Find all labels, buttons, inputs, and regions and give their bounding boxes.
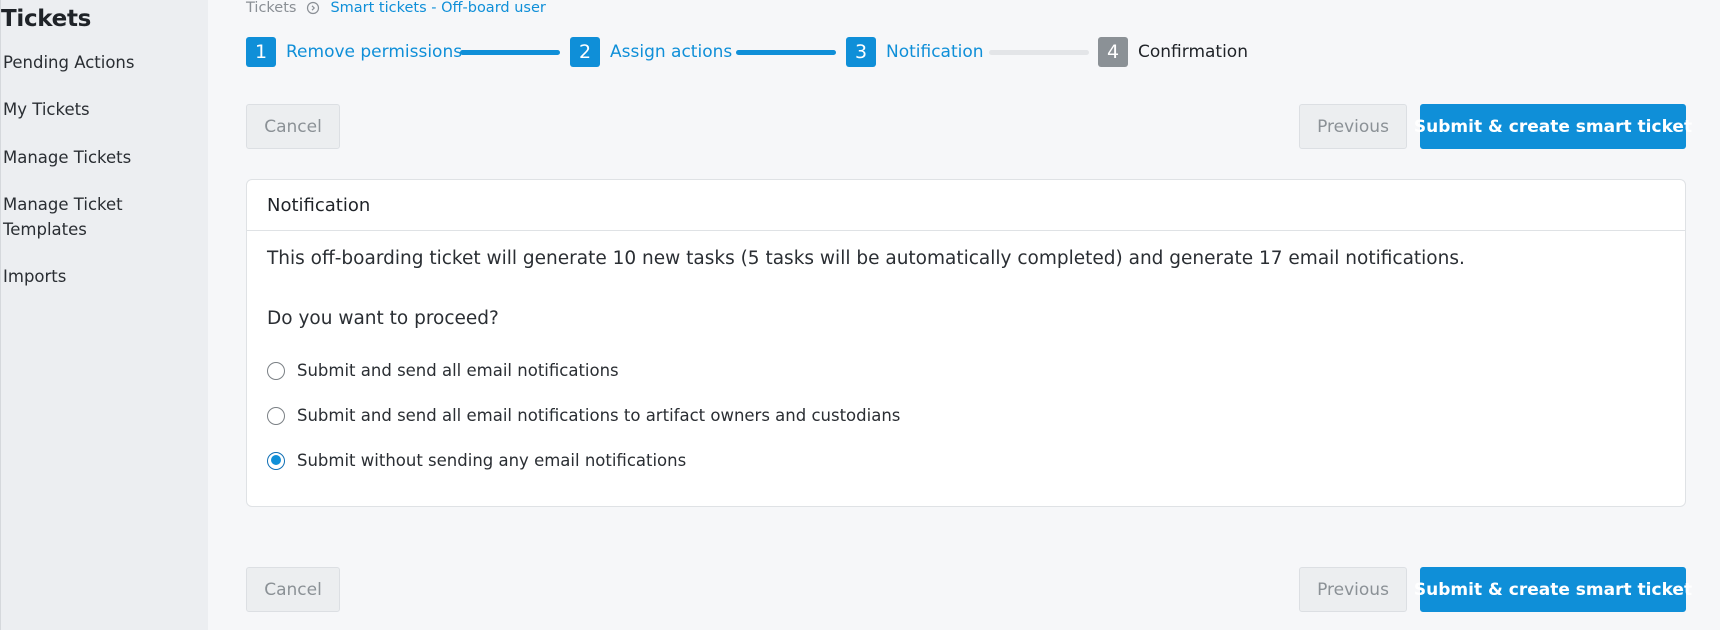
option-label[interactable]: Submit and send all email notifications — [297, 361, 619, 380]
sidebar-title: Tickets — [1, 6, 92, 32]
option-no-email[interactable]: Submit without sending any email notific… — [267, 451, 686, 470]
step-connector-2 — [736, 50, 836, 55]
previous-button-bottom[interactable]: Previous — [1299, 567, 1407, 612]
sidebar-item-pending-actions[interactable]: Pending Actions — [3, 50, 134, 75]
step-3-number[interactable]: 3 — [846, 37, 876, 67]
radio-button[interactable] — [267, 361, 285, 380]
option-send-owners-custodians[interactable]: Submit and send all email notifications … — [267, 406, 900, 425]
step-connector-3 — [989, 50, 1089, 55]
submit-button-bottom[interactable]: Submit & create smart ticket — [1414, 567, 1692, 612]
step-1-label[interactable]: Remove permissions — [286, 40, 462, 64]
sidebar-item-manage-ticket-templates[interactable]: Manage Ticket — [3, 192, 123, 217]
step-4-label[interactable]: Confirmation — [1138, 40, 1248, 64]
sidebar: Tickets Pending Actions My Tickets Manag… — [0, 0, 208, 630]
sidebar-item-manage-ticket-templates-line2[interactable]: Templates — [3, 217, 87, 242]
cancel-button-bottom[interactable]: Cancel — [246, 567, 340, 612]
radio-button-selected[interactable] — [267, 451, 285, 470]
breadcrumb-current[interactable]: Smart tickets - Off-board user — [330, 0, 545, 16]
sidebar-item-imports[interactable]: Imports — [3, 264, 66, 289]
cancel-button-top[interactable]: Cancel — [246, 104, 340, 149]
chevron-circle-icon — [307, 1, 320, 15]
submit-button-top[interactable]: Submit & create smart ticket — [1414, 104, 1692, 149]
notification-card: Notification This off-boarding ticket wi… — [246, 179, 1686, 507]
breadcrumb-root[interactable]: Tickets — [246, 0, 296, 16]
card-title: Notification — [247, 180, 1685, 231]
proceed-question: Do you want to proceed? — [267, 308, 499, 329]
breadcrumb: Tickets Smart tickets - Off-board user — [246, 0, 546, 17]
step-2-number[interactable]: 2 — [570, 37, 600, 67]
step-connector-1 — [460, 50, 560, 55]
step-3-label[interactable]: Notification — [886, 40, 984, 64]
option-label[interactable]: Submit and send all email notifications … — [297, 406, 900, 425]
previous-button-top[interactable]: Previous — [1299, 104, 1407, 149]
sidebar-item-my-tickets[interactable]: My Tickets — [3, 97, 90, 122]
radio-button[interactable] — [267, 406, 285, 425]
notification-message: This off-boarding ticket will generate 1… — [267, 248, 1465, 269]
step-1-number[interactable]: 1 — [246, 37, 276, 67]
sidebar-item-manage-tickets[interactable]: Manage Tickets — [3, 145, 131, 170]
option-label[interactable]: Submit without sending any email notific… — [297, 451, 686, 470]
step-4-number[interactable]: 4 — [1098, 37, 1128, 67]
step-2-label[interactable]: Assign actions — [610, 40, 732, 64]
option-send-all[interactable]: Submit and send all email notifications — [267, 361, 619, 380]
